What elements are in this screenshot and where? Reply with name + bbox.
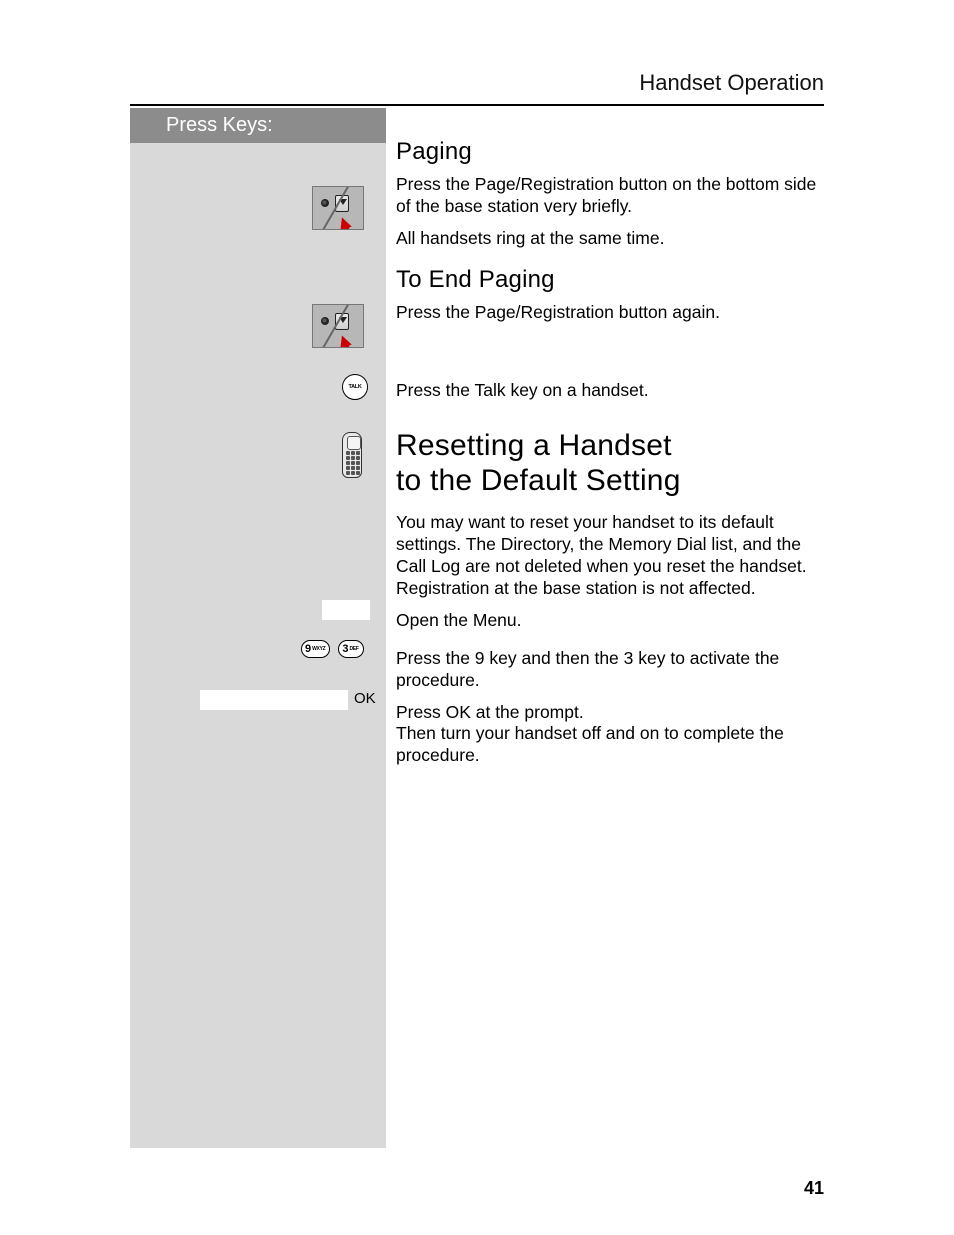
keys-9-3: 9WXYZ 3DEF: [301, 640, 364, 658]
content-column: Paging Press the Page/Registration butto…: [396, 138, 826, 777]
press-keys-header: Press Keys:: [130, 108, 386, 143]
heading-resetting-l2: to the Default Setting: [396, 464, 681, 497]
ok-label: OK: [354, 690, 376, 707]
key-3-letters: DEF: [350, 646, 359, 652]
heading-paging: Paging: [396, 138, 826, 166]
heading-resetting-l1: Resetting a Handset: [396, 429, 672, 462]
key-9-letters: WXYZ: [312, 646, 325, 652]
key-3: 3DEF: [338, 640, 363, 658]
handset-icon: [342, 432, 362, 478]
reset-step2: Press the 9 key and then the 3 key to ac…: [396, 648, 826, 692]
base-station-endpaging-icon: [312, 304, 364, 348]
reset-intro: You may want to reset your handset to it…: [396, 512, 826, 600]
press-keys-sidebar: [130, 108, 386, 1148]
reset-step3b: Then turn your handset off and on to com…: [396, 723, 826, 767]
end-paging-p2: Press the Talk key on a handset.: [396, 380, 826, 402]
key-9-digit: 9: [305, 643, 311, 655]
paging-p1: Press the Page/Registration button on th…: [396, 174, 826, 218]
talk-key-label: TALK: [348, 384, 361, 390]
display-placeholder-menu: [322, 600, 370, 620]
key-3-digit: 3: [342, 643, 348, 655]
paging-p2: All handsets ring at the same time.: [396, 228, 826, 250]
header-rule: [130, 104, 824, 106]
base-station-paging-icon: [312, 186, 364, 230]
page: Handset Operation Press Keys: TALK 9WXYZ…: [0, 0, 954, 1235]
end-paging-p1: Press the Page/Registration button again…: [396, 302, 826, 324]
heading-resetting: Resetting a Handsetto the Default Settin…: [396, 429, 826, 498]
talk-key-icon: TALK: [342, 374, 368, 400]
page-number: 41: [804, 1178, 824, 1199]
key-9: 9WXYZ: [301, 640, 330, 658]
running-head: Handset Operation: [639, 70, 824, 96]
reset-step3a: Press OK at the prompt.: [396, 702, 826, 724]
reset-step1: Open the Menu.: [396, 610, 826, 632]
heading-end-paging: To End Paging: [396, 266, 826, 294]
display-placeholder-ok: [200, 690, 348, 710]
